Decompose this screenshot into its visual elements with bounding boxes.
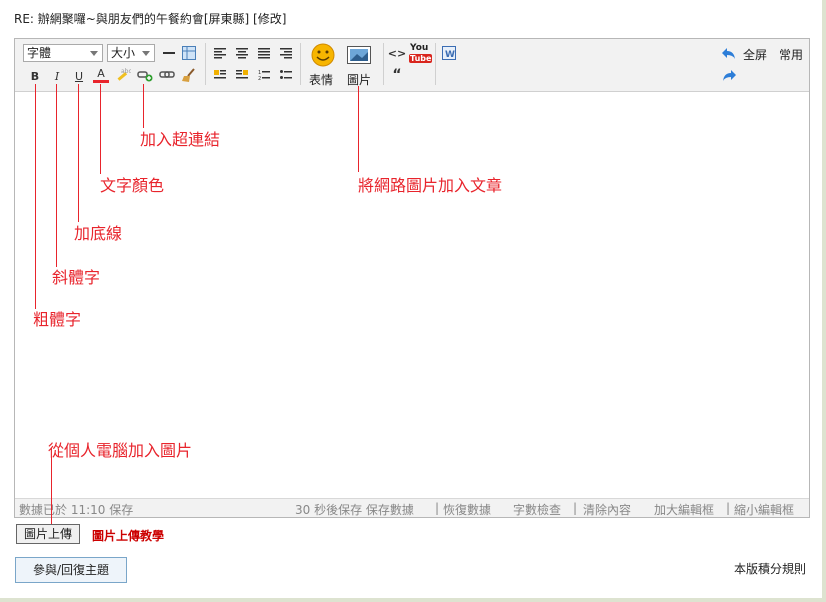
font-family-select-label: 字體 [27,46,52,60]
align-center-button[interactable] [234,45,250,61]
float-left-button[interactable] [212,67,228,83]
annotation-italic: 斜體字 [52,268,101,287]
restore-data-link[interactable]: 恢復數據 [443,501,491,518]
autosave-link[interactable]: 30 秒後保存 保存數據 [295,501,414,518]
toolbar-separator [300,43,301,85]
annotation-line-hyperlink [143,84,144,128]
toolbar-separator [435,43,436,85]
annotation-underline: 加底線 [74,224,123,243]
underline-button[interactable]: U [71,68,87,84]
horizontal-rule-icon [163,52,175,54]
table-icon [182,46,196,60]
annotation-upload-from-pc: 從個人電腦加入圖片 [48,441,193,460]
annotation-line-web-image [358,86,359,172]
upload-image-button[interactable]: 圖片上傳 [16,524,80,544]
ordered-list-icon: 12 [258,70,270,81]
paste-word-button[interactable]: W [441,45,457,61]
float-right-icon [236,70,248,79]
image-label: 圖片 [347,73,372,87]
font-color-button[interactable]: A [93,66,109,83]
board-rules-link[interactable]: 本版積分規則 [734,560,806,577]
align-left-icon [214,48,226,59]
clear-content-link[interactable]: 清除內容 [583,501,631,518]
align-left-button[interactable] [212,45,228,61]
annotation-text-color: 文字顏色 [100,176,165,195]
align-right-button[interactable] [278,45,294,61]
reply-topic-button[interactable]: 參與/回復主題 [15,557,127,583]
font-family-select[interactable]: 字體 [23,44,103,62]
align-center-icon [236,48,248,59]
enlarge-editor-link[interactable]: 加大編輯框 [654,501,714,518]
fullscreen-button[interactable]: 全屏 [743,46,767,63]
undo-button[interactable] [721,45,737,61]
redo-icon [723,70,736,81]
image-icon [347,46,371,64]
code-button[interactable]: <> [388,45,406,61]
shrink-editor-link[interactable]: 縮小編輯框 [734,501,794,518]
chevron-down-icon [142,51,150,56]
link-icon [137,71,153,82]
italic-button[interactable]: I [49,68,65,84]
quote-button[interactable]: “ [389,67,405,83]
emoticon-label: 表情 [309,73,334,87]
annotation-web-image: 將網路圖片加入文章 [358,176,503,195]
remove-link-button[interactable] [159,67,175,83]
word-count-link[interactable]: 字數檢查 [513,501,561,518]
common-mode-button[interactable]: 常用 [779,46,803,63]
emoticon-button[interactable]: 表情 [307,43,339,87]
toolbar-separator [383,43,384,85]
annotation-hyperlink: 加入超連結 [140,130,221,149]
undo-icon [722,48,735,59]
annotation-line-upload [51,457,52,527]
broom-icon [182,68,195,82]
font-size-select[interactable]: 大小 [107,44,155,62]
svg-text:2: 2 [258,76,261,81]
highlight-button[interactable]: abc [115,67,131,83]
annotation-bold: 粗體字 [33,310,82,329]
svg-text:abc: abc [121,68,131,75]
annotation-line-italic [56,84,57,267]
annotation-line-underline [78,84,79,222]
word-document-icon: W [442,46,456,60]
saved-time-text: 數據已於 11:10 保存 [19,503,134,517]
horizontal-rule-button[interactable] [161,45,177,61]
annotation-line-text-color [100,84,101,174]
redo-button[interactable] [721,67,737,83]
ordered-list-button[interactable]: 12 [256,67,272,83]
smiley-icon [311,43,335,67]
youtube-label-top: You [410,43,429,53]
unordered-list-icon [280,70,292,79]
youtube-button[interactable]: You Tube [409,43,433,65]
post-title: RE: 辦網聚囉~與朋友們的午餐約會[屏東縣] [修改] [14,12,287,26]
editor-status-bar: 數據已於 11:10 保存 30 秒後保存 保存數據 | 恢復數據 字數檢查 |… [15,498,809,517]
insert-image-button[interactable]: 圖片 [345,43,377,87]
youtube-label-bottom: Tube [409,54,433,63]
highlighter-icon: abc [117,68,131,81]
bold-button[interactable]: B [27,68,43,84]
unlink-icon [159,71,175,78]
insert-link-button[interactable] [137,67,153,83]
clear-format-button[interactable] [181,67,197,83]
chevron-down-icon [90,51,98,56]
annotation-line-bold [35,84,36,309]
table-button[interactable] [181,45,197,61]
float-right-button[interactable] [234,67,250,83]
font-size-select-label: 大小 [111,46,136,60]
align-right-icon [280,48,292,59]
toolbar-separator [205,43,206,85]
upload-tutorial-link[interactable]: 圖片上傳教學 [92,527,164,544]
align-justify-button[interactable] [256,45,272,61]
unordered-list-button[interactable] [278,67,294,83]
align-justify-icon [258,48,270,59]
svg-text:W: W [445,50,455,60]
editor-toolbar: 字體 大小 B I U A abc 1 2 表情 圖片 <> “ You Tub… [15,39,809,92]
float-left-icon [214,70,226,79]
